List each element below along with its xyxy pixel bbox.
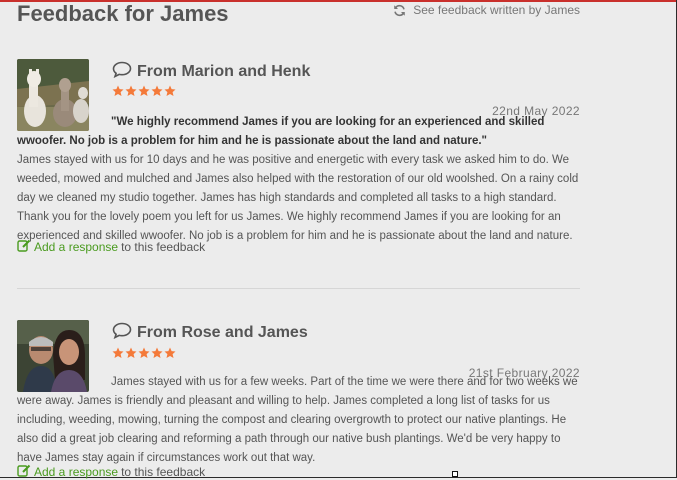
feedback-text: "We highly recommend James if you are lo… <box>17 113 580 246</box>
feedback-body: James stayed with us for 10 days and he … <box>17 154 579 242</box>
mouse-cursor <box>452 471 458 477</box>
page-title: Feedback for James <box>17 1 229 26</box>
star-icon <box>125 347 137 358</box>
star-icon <box>151 85 163 96</box>
comment-icon <box>112 322 132 344</box>
feedback-from: From Rose and James <box>112 322 308 344</box>
star-icon <box>164 347 176 358</box>
star-icon <box>138 347 150 358</box>
add-response: Add a response to this feedback <box>17 239 205 255</box>
feedback-divider <box>17 288 580 289</box>
refresh-icon <box>393 4 406 17</box>
feedback-from: From Marion and Henk <box>112 61 310 83</box>
edit-icon <box>17 239 31 255</box>
star-icon <box>112 347 124 358</box>
feedback-body: James stayed with us for a few weeks. Pa… <box>17 376 578 464</box>
feedback-from-label: From Marion and Henk <box>137 63 311 80</box>
star-icon <box>125 85 137 96</box>
add-response-link[interactable]: Add a response <box>34 465 118 479</box>
add-response-suffix: to this feedback <box>121 465 206 479</box>
feedback-from-label: From Rose and James <box>137 324 308 341</box>
comment-icon <box>112 61 132 83</box>
feedback-card: From Rose and James 21st February 2022 J… <box>17 320 580 480</box>
star-icon <box>164 85 176 96</box>
star-icon <box>151 347 163 358</box>
star-icon <box>112 85 124 96</box>
add-response-link[interactable]: Add a response <box>34 240 118 254</box>
star-rating <box>112 347 176 359</box>
star-icon <box>138 85 150 96</box>
see-feedback-link[interactable]: See feedback written by James <box>393 3 580 17</box>
feedback-card: From Marion and Henk 22nd May 2022 "We h… <box>17 59 580 259</box>
add-response-suffix: to this feedback <box>121 240 206 254</box>
star-rating <box>112 85 176 97</box>
feedback-text: James stayed with us for a few weeks. Pa… <box>17 373 580 468</box>
see-feedback-label: See feedback written by James <box>413 3 580 17</box>
feedback-quote: "We highly recommend James if you are lo… <box>17 116 545 147</box>
